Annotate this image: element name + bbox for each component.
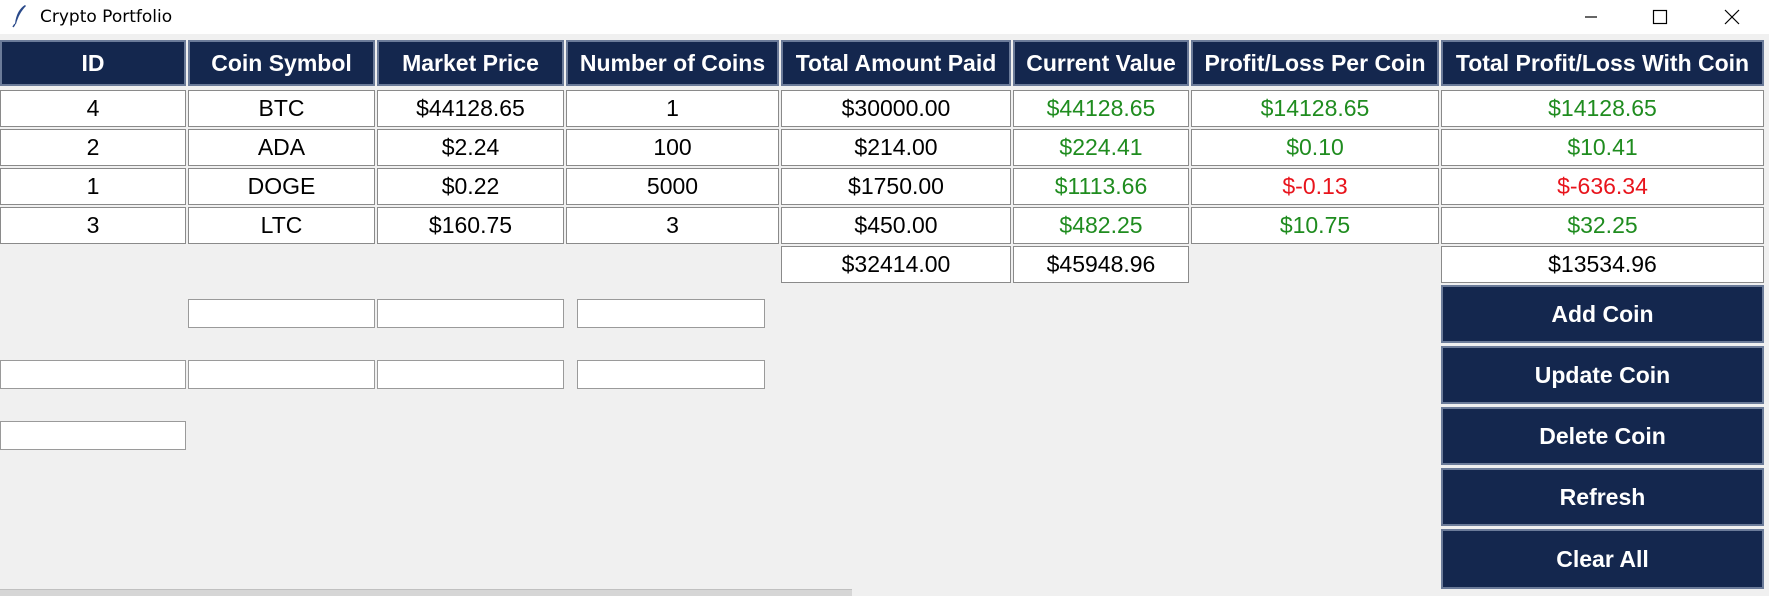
cell-profit-loss-per-coin: $14128.65	[1191, 90, 1439, 127]
header-total-amount-paid: Total Amount Paid	[781, 40, 1011, 86]
cell-total-profit-loss: $14128.65	[1441, 90, 1764, 127]
cell-current-value: $482.25	[1013, 207, 1189, 244]
total-amount-paid: $32414.00	[781, 246, 1011, 283]
title-bar: Crypto Portfolio	[0, 0, 1769, 34]
cell-total-profit-loss: $10.41	[1441, 129, 1764, 166]
total-current-value: $45948.96	[1013, 246, 1189, 283]
cell-market-price: $2.24	[377, 129, 564, 166]
delete-coin-button[interactable]: Delete Coin	[1441, 407, 1764, 465]
cell-profit-loss-per-coin: $10.75	[1191, 207, 1439, 244]
cell-coin-symbol: BTC	[188, 90, 375, 127]
header-coin-symbol: Coin Symbol	[188, 40, 375, 86]
cell-number-of-coins: 5000	[566, 168, 779, 205]
add-coin-symbol-input[interactable]	[188, 299, 375, 328]
header-number-of-coins: Number of Coins	[566, 40, 779, 86]
maximize-icon	[1652, 9, 1668, 25]
cell-market-price: $0.22	[377, 168, 564, 205]
total-profit-loss: $13534.96	[1441, 246, 1764, 283]
close-button[interactable]	[1703, 0, 1761, 34]
header-total-profit-loss: Total Profit/Loss With Coin	[1441, 40, 1764, 86]
update-coin-button[interactable]: Update Coin	[1441, 346, 1764, 404]
add-market-price-input[interactable]	[377, 299, 564, 328]
update-id-input[interactable]	[0, 360, 186, 389]
cell-number-of-coins: 1	[566, 90, 779, 127]
cell-coin-symbol: LTC	[188, 207, 375, 244]
cell-market-price: $160.75	[377, 207, 564, 244]
clear-all-button[interactable]: Clear All	[1441, 529, 1764, 589]
cell-number-of-coins: 3	[566, 207, 779, 244]
add-coin-button[interactable]: Add Coin	[1441, 285, 1764, 343]
cell-market-price: $44128.65	[377, 90, 564, 127]
feather-icon	[12, 4, 28, 28]
close-icon	[1724, 9, 1740, 25]
cell-current-value: $44128.65	[1013, 90, 1189, 127]
cell-current-value: $1113.66	[1013, 168, 1189, 205]
minimize-button[interactable]	[1562, 0, 1620, 34]
cell-current-value: $224.41	[1013, 129, 1189, 166]
add-number-of-coins-input[interactable]	[577, 299, 765, 328]
cell-total-amount-paid: $214.00	[781, 129, 1011, 166]
cell-id: 2	[0, 129, 186, 166]
horizontal-scrollbar[interactable]	[0, 589, 852, 596]
header-market-price: Market Price	[377, 40, 564, 86]
refresh-button[interactable]: Refresh	[1441, 468, 1764, 526]
cell-profit-loss-per-coin: $-0.13	[1191, 168, 1439, 205]
cell-id: 4	[0, 90, 186, 127]
update-number-of-coins-input[interactable]	[577, 360, 765, 389]
cell-total-amount-paid: $450.00	[781, 207, 1011, 244]
cell-coin-symbol: ADA	[188, 129, 375, 166]
header-id: ID	[0, 40, 186, 86]
cell-number-of-coins: 100	[566, 129, 779, 166]
cell-coin-symbol: DOGE	[188, 168, 375, 205]
cell-profit-loss-per-coin: $0.10	[1191, 129, 1439, 166]
update-coin-symbol-input[interactable]	[188, 360, 375, 389]
window-title: Crypto Portfolio	[40, 7, 173, 27]
update-market-price-input[interactable]	[377, 360, 564, 389]
cell-total-amount-paid: $30000.00	[781, 90, 1011, 127]
header-current-value: Current Value	[1013, 40, 1189, 86]
delete-id-input[interactable]	[0, 421, 186, 450]
cell-id: 3	[0, 207, 186, 244]
cell-id: 1	[0, 168, 186, 205]
cell-total-amount-paid: $1750.00	[781, 168, 1011, 205]
minimize-icon	[1585, 16, 1597, 18]
cell-total-profit-loss: $-636.34	[1441, 168, 1764, 205]
maximize-button[interactable]	[1631, 0, 1689, 34]
cell-total-profit-loss: $32.25	[1441, 207, 1764, 244]
header-profit-loss-per-coin: Profit/Loss Per Coin	[1191, 40, 1439, 86]
